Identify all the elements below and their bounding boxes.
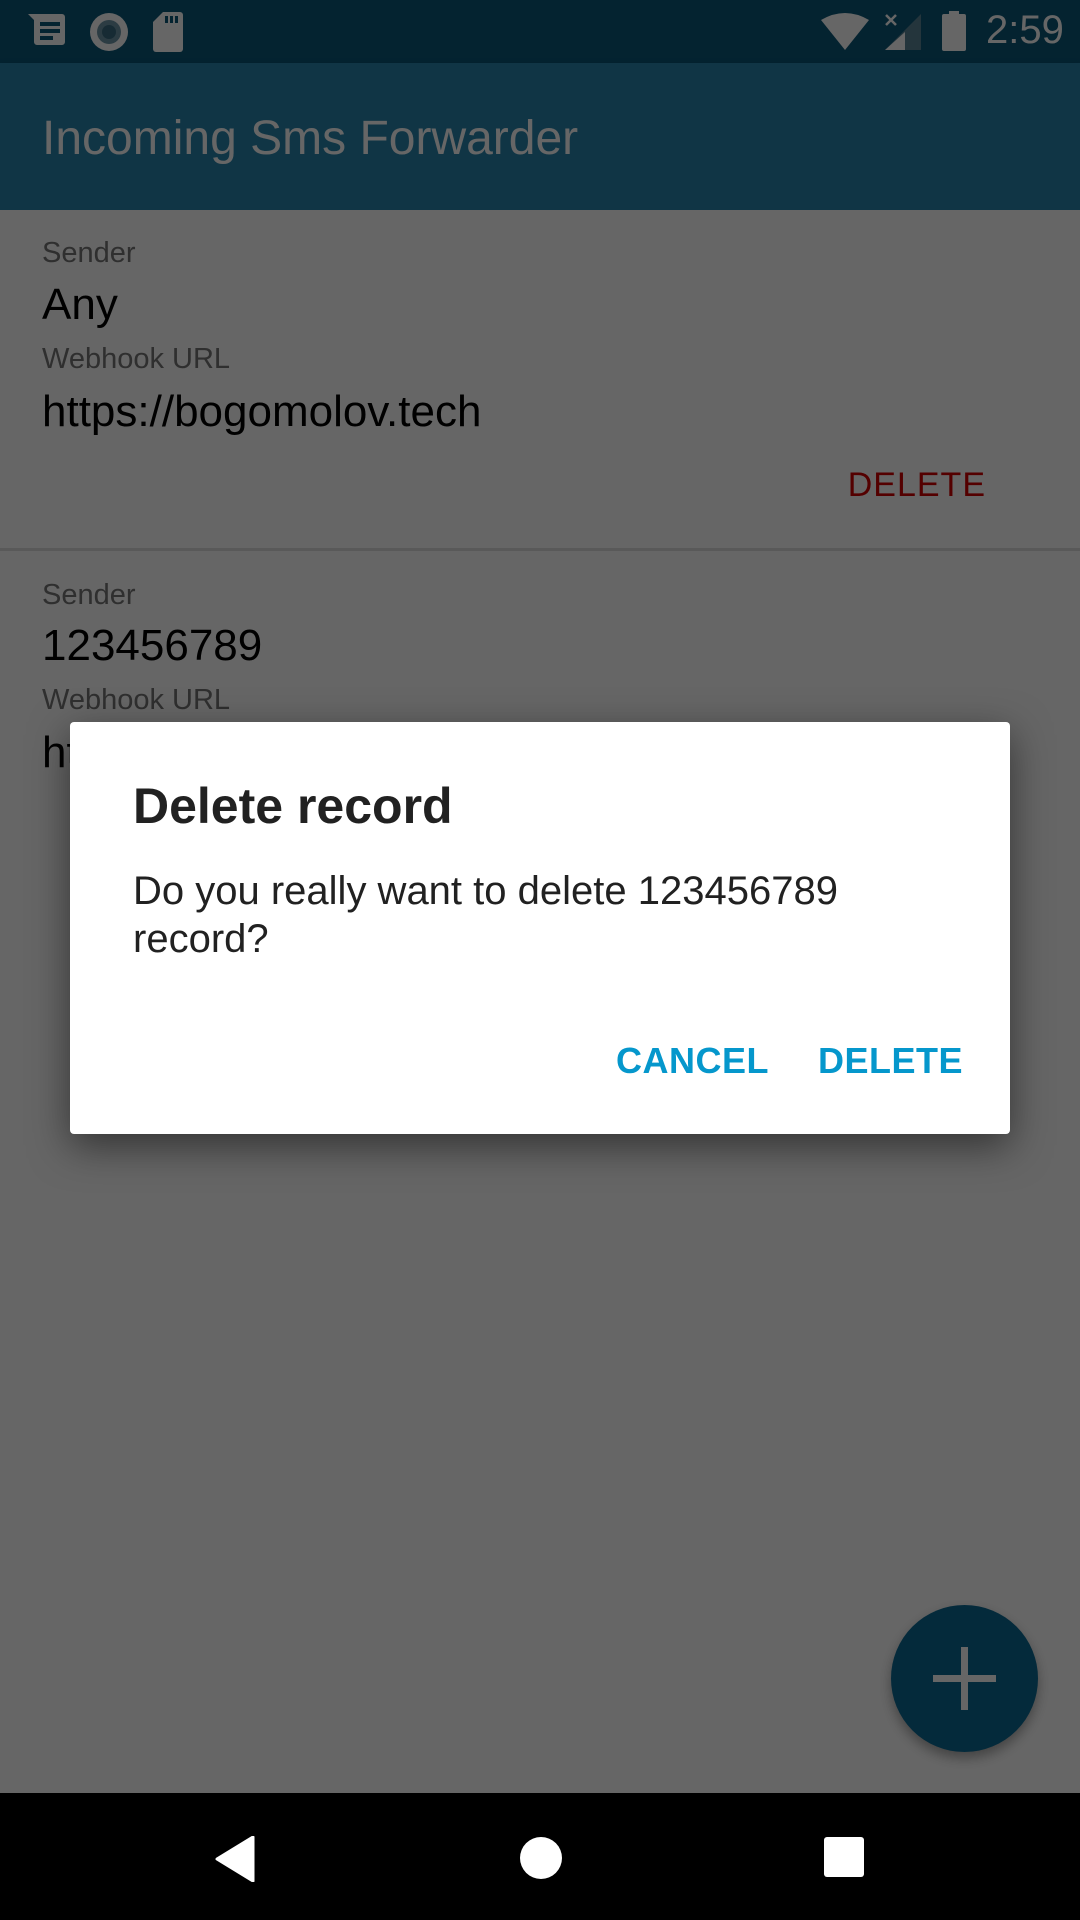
delete-record-dialog: Delete record Do you really want to dele… — [70, 722, 1010, 1134]
recents-icon[interactable] — [824, 1837, 864, 1882]
home-icon[interactable] — [519, 1836, 563, 1885]
back-icon[interactable] — [215, 1835, 255, 1887]
dialog-title: Delete record — [133, 778, 453, 834]
navigation-bar — [0, 1793, 1080, 1920]
cancel-button[interactable]: CANCEL — [616, 1040, 769, 1082]
confirm-delete-button[interactable]: DELETE — [818, 1040, 963, 1082]
dialog-message: Do you really want to delete 123456789 r… — [133, 869, 838, 961]
